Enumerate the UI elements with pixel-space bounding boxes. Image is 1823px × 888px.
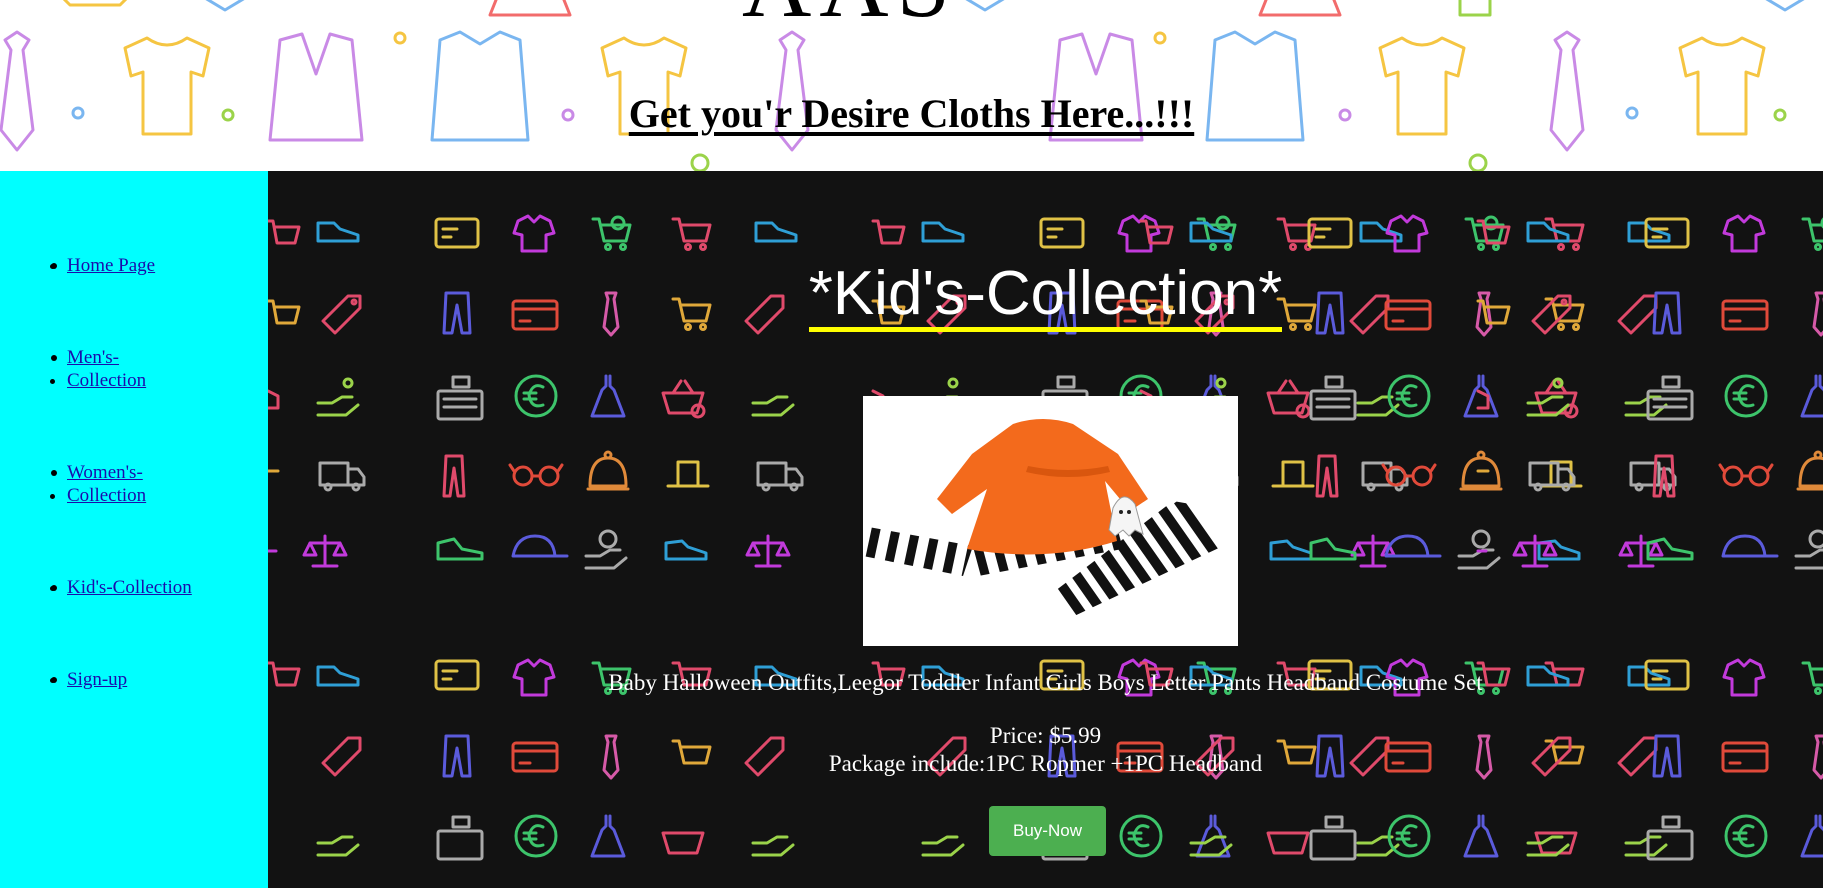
product-image xyxy=(863,396,1238,646)
cap-icon xyxy=(511,534,569,558)
site-header: AAS Get you'r Desire Cloths Here...!!! xyxy=(0,0,1823,171)
section-title: *Kid's-Collection* xyxy=(268,263,1823,332)
shoe-icon xyxy=(316,221,360,243)
nav-link-kids-collection[interactable]: Kid's-Collection xyxy=(67,577,192,598)
bullet-icon xyxy=(51,355,57,361)
product-section: *Kid's-Collection* Baby Halloween Outfit… xyxy=(268,171,1823,888)
beanie-icon xyxy=(586,450,630,491)
truck-icon xyxy=(318,461,366,492)
sidebar-nav: Home Page Men's-Collection Women's-Colle… xyxy=(0,171,268,888)
nav-link-home[interactable]: Home Page xyxy=(67,255,155,276)
sidebar-item-signup: Sign-up xyxy=(51,668,237,691)
hand-coin-icon xyxy=(584,529,628,570)
nav-link-womens-collection[interactable]: Women's-Collection xyxy=(67,461,157,507)
dress-icon xyxy=(590,374,626,418)
product-name: Baby Halloween Outfits,Leegor Toddler In… xyxy=(608,670,1483,695)
nav-link-sign-up[interactable]: Sign-up xyxy=(67,669,127,690)
nav-link-mens-collection[interactable]: Men's-Collection xyxy=(67,346,157,392)
bullet-icon xyxy=(51,263,57,269)
sidebar-item-home: Home Page xyxy=(51,254,237,277)
brand-logo-text: AAS xyxy=(680,0,1020,32)
cart-icon xyxy=(591,215,632,251)
product-package-info: Package include:1PC Ropmer +1PC Headband xyxy=(828,751,1263,776)
hat-icon xyxy=(666,460,710,488)
buy-now-button[interactable]: Buy-Now xyxy=(989,806,1106,856)
bullet-icon xyxy=(51,585,57,591)
sneaker-icon xyxy=(436,537,484,561)
basket-icon xyxy=(661,379,706,419)
section-title-text: *Kid's-Collection* xyxy=(808,263,1283,332)
scale-icon xyxy=(302,534,348,568)
shirt-icon xyxy=(512,214,556,253)
glasses-icon xyxy=(508,463,564,487)
register-icon xyxy=(436,375,484,421)
euro-icon xyxy=(514,374,558,418)
sidebar-item-kids: Kid's-Collection xyxy=(51,576,237,599)
hand-icon xyxy=(316,377,360,417)
sidebar-item-womens: Women's-Collection xyxy=(51,461,237,507)
sidebar-item-mens: Men's-Collection xyxy=(51,346,237,392)
coupon-icon xyxy=(434,217,480,249)
bullet-icon xyxy=(51,677,57,683)
page-tagline: Get you'r Desire Cloths Here...!!! xyxy=(628,91,1195,136)
product-price: Price: $5.99 xyxy=(989,723,1102,748)
bullet-icon xyxy=(51,470,57,476)
